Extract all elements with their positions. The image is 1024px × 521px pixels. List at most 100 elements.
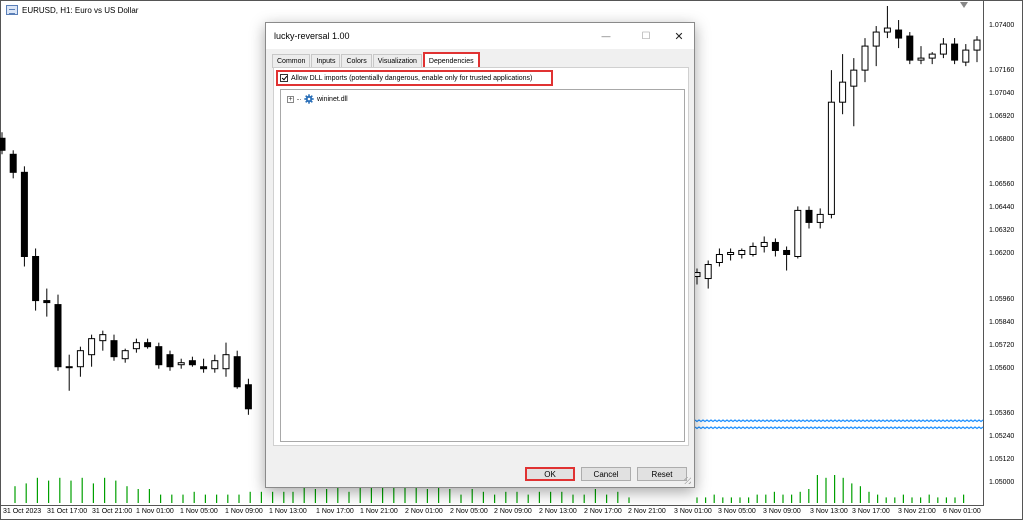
tab-visualization[interactable]: Visualization — [372, 54, 422, 68]
tab-colors[interactable]: Colors — [341, 54, 372, 68]
candle — [917, 57, 925, 61]
candle — [939, 43, 947, 55]
candle — [839, 81, 847, 103]
price-tick-label: 1.05840 — [989, 319, 1015, 326]
candle — [771, 241, 779, 251]
candle — [99, 334, 107, 342]
candle — [805, 209, 813, 223]
candle — [222, 354, 230, 370]
allow-dll-imports-checkbox[interactable]: Allow DLL imports (potentially dangerous… — [276, 70, 553, 86]
dialog-title: lucky-reversal 1.00 — [274, 31, 350, 41]
candle — [43, 300, 51, 304]
indicator-properties-dialog: lucky-reversal 1.00 — ☐ ✕ Common Inputs … — [265, 22, 695, 488]
time-tick-label: 2 Nov 13:00 — [539, 508, 577, 515]
dialog-tabs: Common Inputs Colors Visualization Depen… — [272, 52, 481, 70]
time-tick-label: 31 Oct 17:00 — [47, 508, 88, 515]
time-tick-label: 3 Nov 01:00 — [674, 508, 712, 515]
tab-common[interactable]: Common — [272, 54, 311, 68]
shift-marker-icon — [960, 2, 968, 8]
candle — [177, 362, 185, 366]
candle — [928, 53, 936, 59]
candle — [155, 346, 163, 366]
time-tick-label: 2 Nov 05:00 — [450, 508, 488, 515]
candle — [121, 350, 129, 360]
candle — [727, 251, 735, 255]
price-tick-label: 1.05360 — [989, 410, 1015, 417]
ok-button[interactable]: OK — [525, 467, 575, 481]
price-tick-label: 1.05600 — [989, 365, 1015, 372]
candle — [0, 137, 6, 151]
indicator-line — [694, 426, 984, 430]
price-tick-label: 1.07040 — [989, 90, 1015, 97]
dialog-titlebar[interactable]: lucky-reversal 1.00 — ☐ ✕ — [266, 23, 694, 49]
candle — [166, 354, 174, 368]
checkbox-checked-icon[interactable] — [280, 74, 288, 82]
candle — [9, 153, 17, 173]
maximize-button[interactable]: ☐ — [633, 27, 659, 45]
time-tick-label: 1 Nov 13:00 — [269, 508, 307, 515]
candle — [738, 249, 746, 255]
resize-grip-icon[interactable] — [684, 477, 691, 484]
chart-icon — [6, 5, 18, 15]
expand-icon[interactable]: + — [287, 95, 294, 103]
cancel-button[interactable]: Cancel — [581, 467, 631, 481]
candle — [211, 360, 219, 370]
time-tick-label: 3 Nov 17:00 — [852, 508, 890, 515]
gear-icon — [304, 94, 314, 104]
tab-inputs[interactable]: Inputs — [311, 54, 341, 68]
dependencies-panel: Allow DLL imports (potentially dangerous… — [273, 67, 689, 446]
candle — [32, 255, 40, 302]
close-button[interactable]: ✕ — [666, 27, 692, 45]
candle — [244, 384, 252, 410]
time-tick-label: 3 Nov 13:00 — [810, 508, 848, 515]
time-tick-label: 31 Oct 21:00 — [92, 508, 133, 515]
candle — [110, 340, 118, 358]
tree-item-wininet[interactable]: + wininet.dll — [287, 94, 348, 104]
time-tick-label: 3 Nov 21:00 — [898, 508, 936, 515]
candle — [88, 338, 96, 356]
price-tick-label: 1.05120 — [989, 456, 1015, 463]
candle — [816, 213, 824, 223]
candle — [906, 35, 914, 61]
candle — [951, 43, 959, 61]
time-tick-label: 2 Nov 01:00 — [405, 508, 443, 515]
candle — [883, 27, 891, 33]
allow-dll-imports-label: Allow DLL imports (potentially dangerous… — [291, 74, 533, 82]
time-tick-label: 3 Nov 05:00 — [718, 508, 756, 515]
candle — [783, 249, 791, 255]
price-tick-label: 1.07160 — [989, 67, 1015, 74]
dependencies-tree[interactable]: + wininet.dll — [280, 89, 685, 442]
price-tick-label: 1.05960 — [989, 296, 1015, 303]
candle — [850, 69, 858, 87]
reset-button[interactable]: Reset — [637, 467, 687, 481]
indicator-line — [694, 419, 984, 423]
price-tick-label: 1.05000 — [989, 479, 1015, 486]
candle — [794, 209, 802, 257]
time-tick-label: 1 Nov 05:00 — [180, 508, 218, 515]
candle — [704, 264, 712, 280]
candle — [54, 304, 62, 368]
price-tick-label: 1.06800 — [989, 136, 1015, 143]
candle — [76, 350, 84, 368]
price-tick-label: 1.06560 — [989, 181, 1015, 188]
candle — [872, 31, 880, 47]
price-tick-label: 1.07400 — [989, 22, 1015, 29]
candle — [132, 342, 140, 350]
candle — [861, 45, 869, 71]
time-tick-label: 1 Nov 01:00 — [136, 508, 174, 515]
candle — [962, 49, 970, 63]
candle — [144, 342, 152, 348]
chart-title-text: EURUSD, H1: Euro vs US Dollar — [22, 5, 139, 15]
time-tick-label: 2 Nov 17:00 — [584, 508, 622, 515]
minimize-button[interactable]: — — [593, 27, 619, 45]
tree-connector — [297, 98, 301, 100]
price-tick-label: 1.06440 — [989, 204, 1015, 211]
time-tick-label: 1 Nov 09:00 — [225, 508, 263, 515]
price-tick-label: 1.06320 — [989, 227, 1015, 234]
price-tick-label: 1.06920 — [989, 113, 1015, 120]
chart-title: EURUSD, H1: Euro vs US Dollar — [6, 3, 138, 17]
time-tick-label: 6 Nov 01:00 — [943, 508, 981, 515]
tree-item-label: wininet.dll — [317, 95, 348, 103]
time-tick-label: 1 Nov 17:00 — [316, 508, 354, 515]
time-tick-label: 2 Nov 21:00 — [628, 508, 666, 515]
